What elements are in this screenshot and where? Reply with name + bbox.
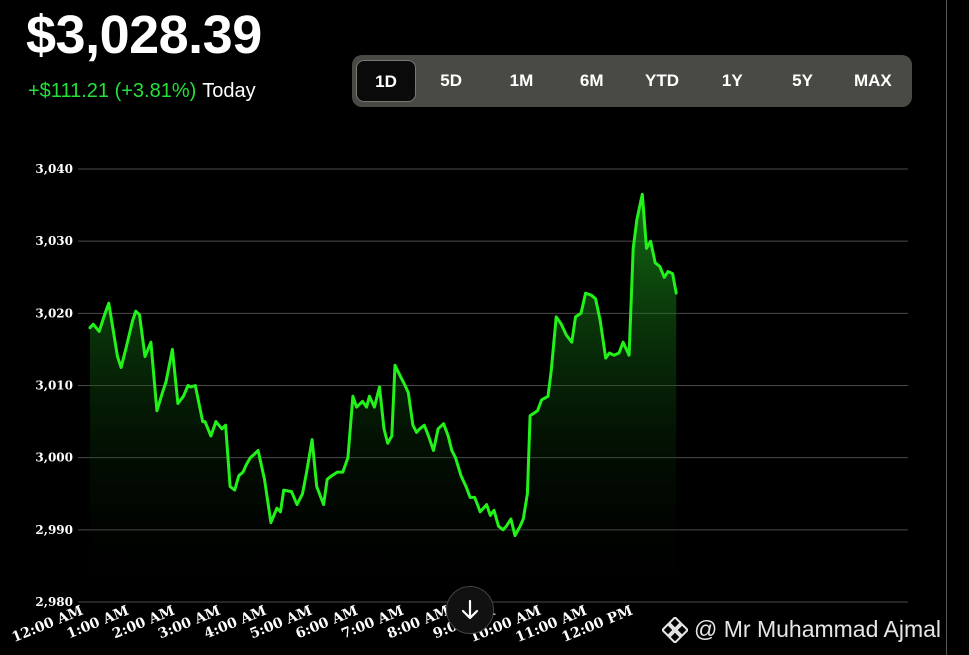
y-tick-label: 3,000 — [35, 451, 73, 465]
y-tick-label: 3,030 — [35, 234, 73, 248]
watermark-text: @ Mr Muhammad Ajmal — [694, 616, 942, 642]
watermark: @ Mr Muhammad Ajmal — [662, 616, 941, 643]
y-tick-label: 3,040 — [35, 162, 73, 176]
price-chart: 2,9802,9903,0003,0103,0203,0303,040 12:0… — [10, 162, 908, 646]
arrow-down-icon — [461, 599, 479, 620]
y-tick-label: 3,010 — [35, 379, 73, 393]
x-axis: 12:00 AM1:00 AM2:00 AM3:00 AM4:00 AM5:00… — [10, 603, 635, 646]
y-axis: 2,9802,9903,0003,0103,0203,0303,040 — [35, 162, 73, 609]
diamond-logo-icon — [662, 616, 688, 643]
y-tick-label: 2,990 — [35, 523, 73, 537]
scroll-down-button[interactable] — [446, 586, 494, 634]
y-tick-label: 3,020 — [35, 306, 73, 320]
